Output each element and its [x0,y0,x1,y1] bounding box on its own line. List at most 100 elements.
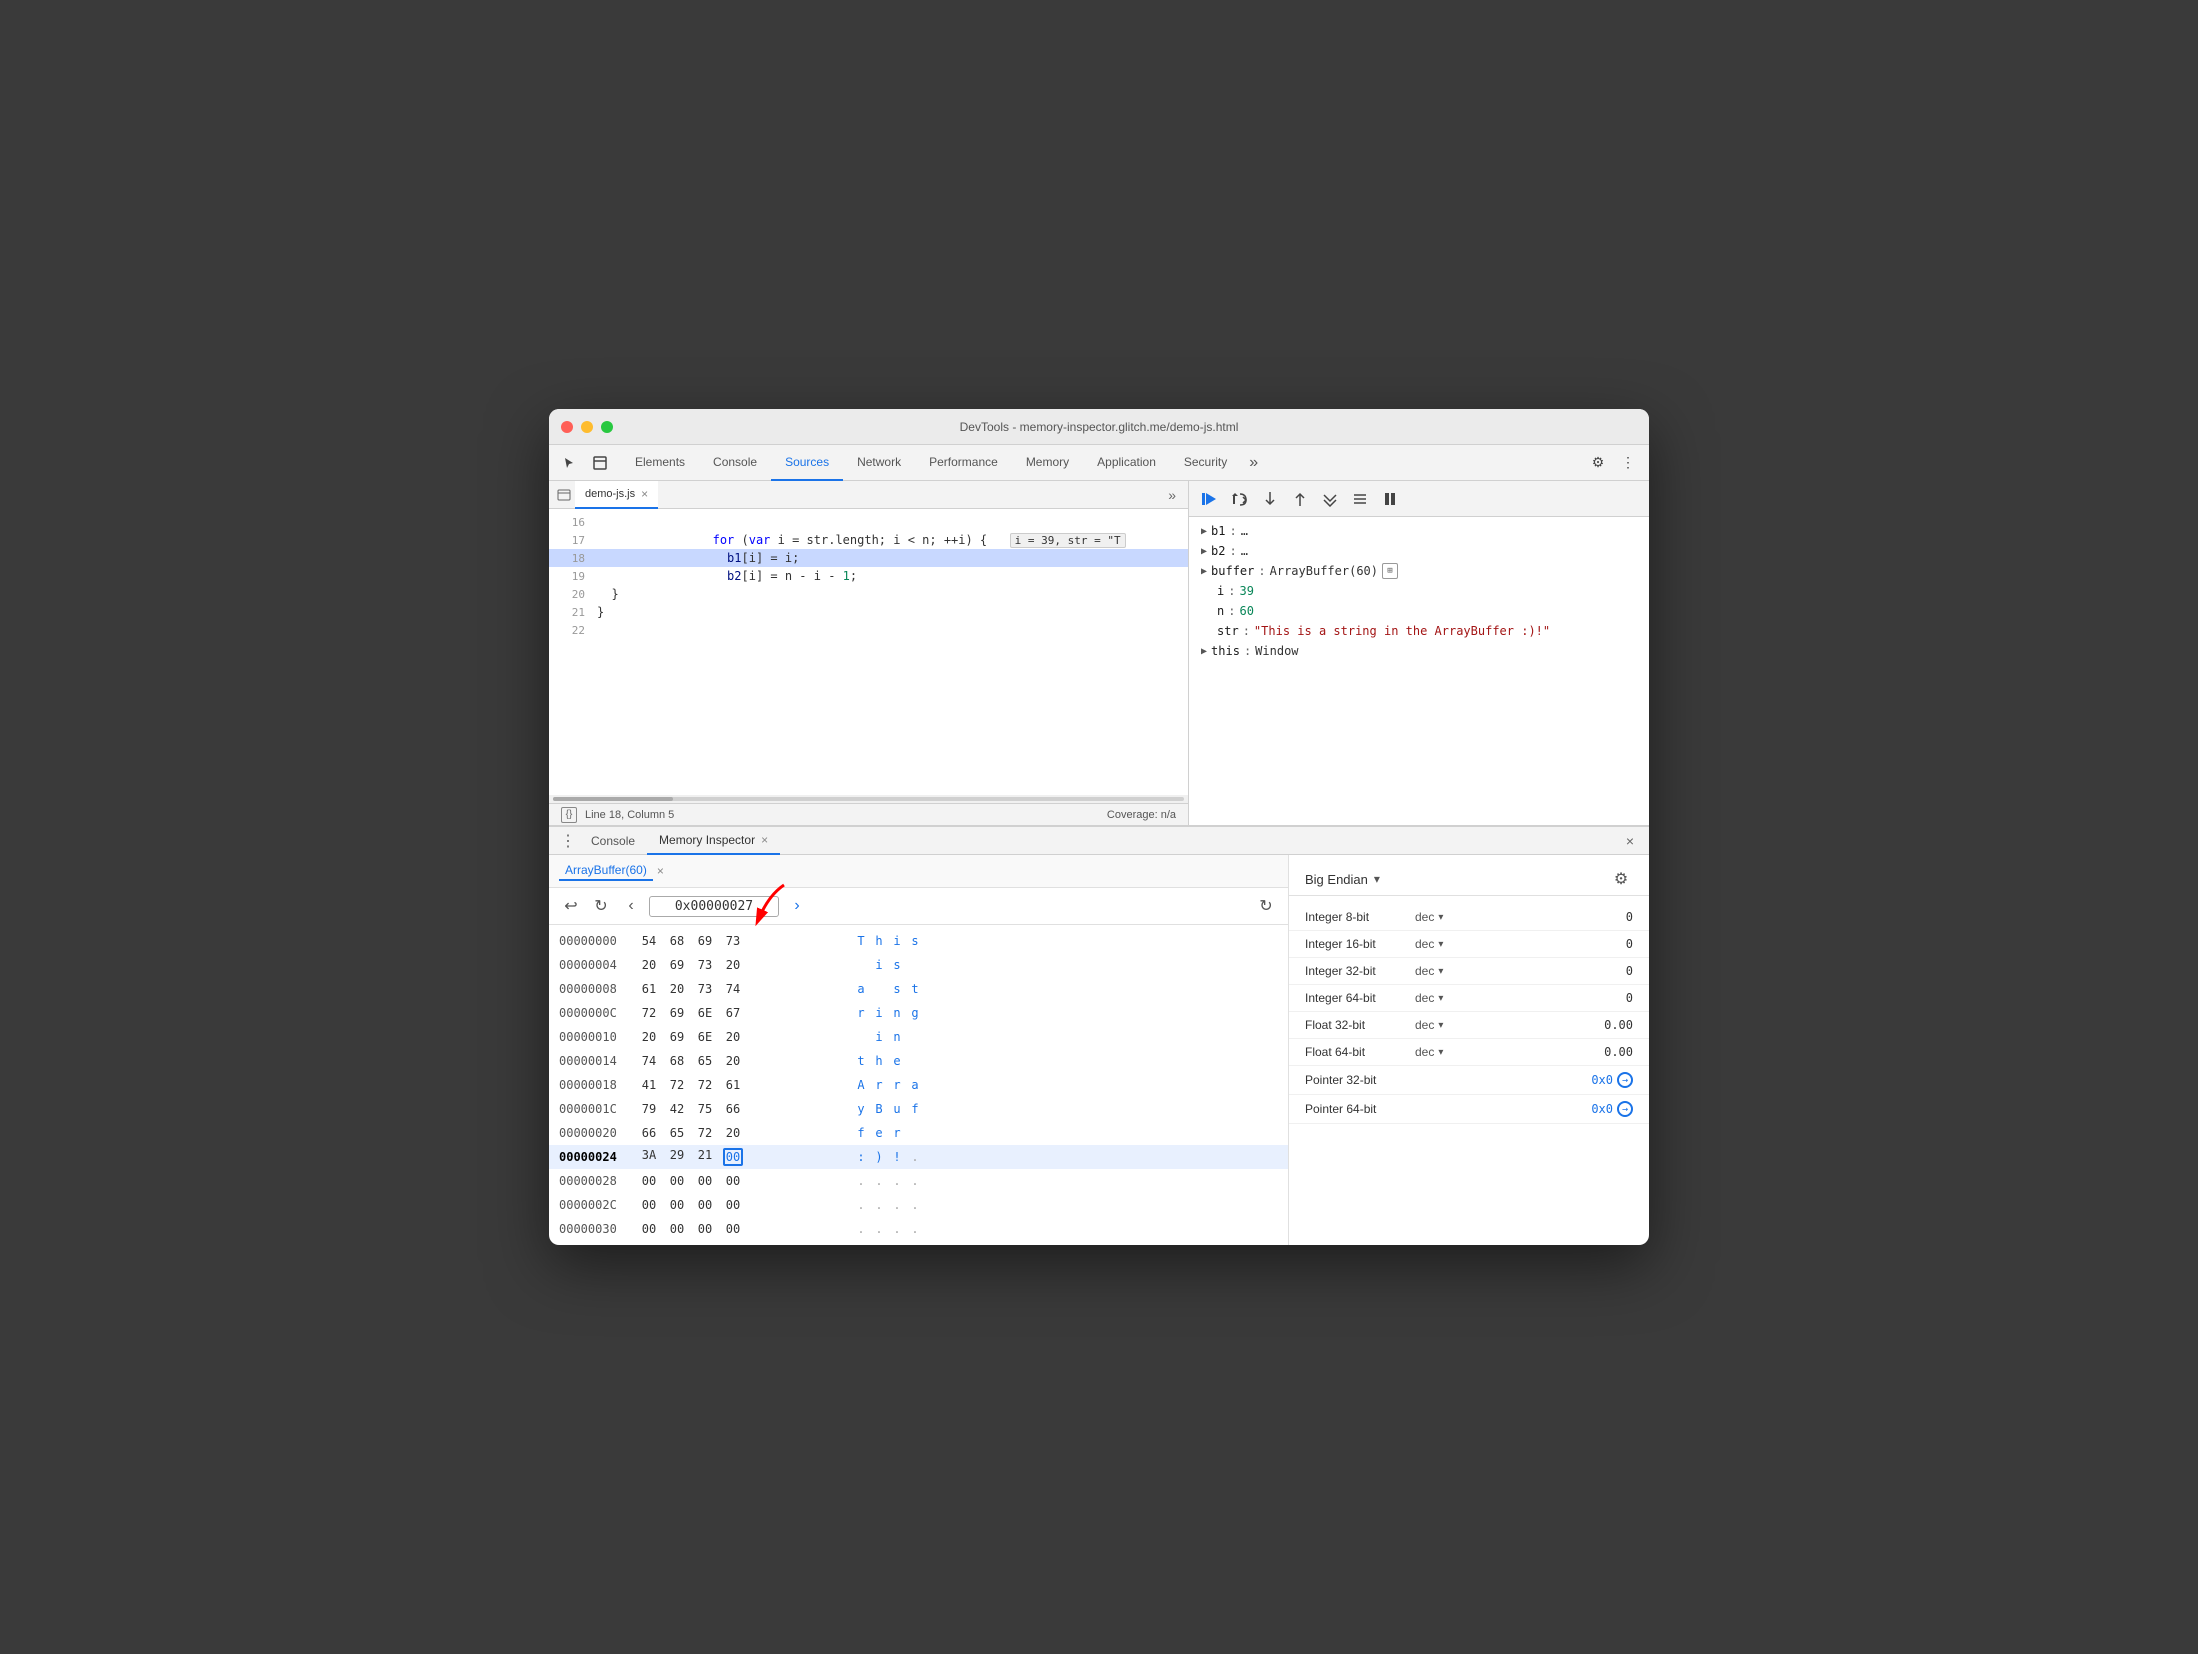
mem-row-00000014: 00000014 74 68 65 20 t h e [549,1049,1288,1073]
mem-addr-00000020: 00000020 [559,1126,639,1140]
memory-type-panel: Big Endian ▾ ⚙ Integer 8-bit dec ▾ 0 [1289,855,1649,1245]
step-over-button[interactable] [1227,486,1253,512]
tab-overflow[interactable]: » [1241,454,1266,472]
mem-bytes-0000002C: 00 00 00 00 [639,1198,839,1212]
memory-back-button[interactable]: ↩ [559,894,583,918]
expand-arrow-b2[interactable]: ▶ [1201,546,1207,557]
resume-button[interactable] [1197,486,1223,512]
array-buffer-tab[interactable]: ArrayBuffer(60) [559,861,653,881]
mem-row-00000024: 00000024 3A 29 21 00 : ) ! [549,1145,1288,1169]
type-value-int32: 0 [1626,964,1633,978]
dock-icon[interactable] [587,450,613,476]
type-format-float64[interactable]: dec ▾ [1415,1045,1485,1059]
left-panel: demo-js.js × » 16 17 for (var i = str.le [549,481,1189,825]
code-line-22: 22 [549,621,1188,639]
file-tab-demo-js[interactable]: demo-js.js × [575,481,658,509]
close-button[interactable] [561,421,573,433]
expand-arrow-buffer[interactable]: ▶ [1201,566,1207,577]
expand-arrow-this[interactable]: ▶ [1201,646,1207,657]
ptr-navigate-64[interactable]: → [1617,1101,1633,1117]
bottom-panel-close-button[interactable]: × [1619,830,1641,852]
type-format-float32[interactable]: dec ▾ [1415,1018,1485,1032]
line-content-21[interactable]: } [597,605,604,619]
mem-bytes-0000001C: 79 42 75 66 [639,1102,839,1116]
scroll-thumb[interactable] [553,797,673,801]
settings-icon[interactable]: ⚙ [1585,450,1611,476]
mem-chars-00000014: t h e [855,1054,921,1068]
line-content-19[interactable]: b2[i] = n - i - 1; [597,555,857,597]
type-format-int8[interactable]: dec ▾ [1415,910,1485,924]
var-sep-str: : [1243,624,1250,638]
memory-prev-button[interactable]: ‹ [619,894,643,918]
fullscreen-button[interactable] [601,421,613,433]
format-arrow-int32: ▾ [1438,966,1443,977]
memory-refresh-button[interactable]: ↻ [1254,894,1278,918]
step-button[interactable] [1317,486,1343,512]
array-buffer-tab-close[interactable]: × [657,864,664,878]
type-row-int64: Integer 64-bit dec ▾ 0 [1289,985,1649,1012]
more-options-icon[interactable]: ⋮ [1615,450,1641,476]
var-row-buffer[interactable]: ▶ buffer : ArrayBuffer(60) ⊞ [1189,561,1649,581]
format-label-int32: dec [1415,964,1434,978]
line-content-20[interactable]: } [597,587,619,601]
endian-select[interactable]: Big Endian ▾ [1305,872,1380,887]
pointer-row-64: Pointer 64-bit 0x0 → [1289,1095,1649,1124]
type-format-int16[interactable]: dec ▾ [1415,937,1485,951]
tab-elements[interactable]: Elements [621,445,699,481]
toolbar-icons [557,450,613,476]
mem-bytes-00000018: 41 72 72 61 [639,1078,839,1092]
var-row-this[interactable]: ▶ this : Window [1189,641,1649,661]
tab-memory[interactable]: Memory [1012,445,1083,481]
type-value-float64: 0.00 [1604,1045,1633,1059]
sources-tree-icon[interactable] [553,484,575,506]
type-format-int64[interactable]: dec ▾ [1415,991,1485,1005]
mem-chars-00000030: . . . . [855,1222,921,1236]
ptr-value-64[interactable]: 0x0 → [1591,1101,1633,1117]
memory-next-button[interactable]: › [785,894,809,918]
bottom-panel-menu[interactable]: ⋮ [557,830,579,852]
tab-console[interactable]: Console [699,445,771,481]
code-scrollbar[interactable] [549,795,1188,803]
tab-application[interactable]: Application [1083,445,1170,481]
memory-inspector-tab-close[interactable]: × [761,833,768,847]
format-icon[interactable]: {} [561,807,577,823]
mem-chars-00000020: f e r [855,1126,921,1140]
step-into-button[interactable] [1257,486,1283,512]
memory-hex-panel: ArrayBuffer(60) × ↩ ↻ ‹ [549,855,1289,1245]
var-row-n[interactable]: n : 60 [1189,601,1649,621]
ptr-value-32[interactable]: 0x0 → [1591,1072,1633,1088]
endian-dropdown-icon: ▾ [1374,872,1380,886]
format-label-float32: dec [1415,1018,1434,1032]
var-val-b1: … [1241,524,1248,538]
var-val-this: Window [1255,644,1298,658]
var-row-i[interactable]: i : 39 [1189,581,1649,601]
type-format-int32[interactable]: dec ▾ [1415,964,1485,978]
tab-console-bottom[interactable]: Console [579,827,647,855]
var-row-str[interactable]: str : "This is a string in the ArrayBuff… [1189,621,1649,641]
devtools-window: DevTools - memory-inspector.glitch.me/de… [549,409,1649,1245]
pause-button[interactable] [1377,486,1403,512]
minimize-button[interactable] [581,421,593,433]
file-tab-overflow[interactable]: » [1160,487,1184,503]
step-out-button[interactable] [1287,486,1313,512]
memory-inspect-icon[interactable]: ⊞ [1382,563,1398,579]
tab-network[interactable]: Network [843,445,915,481]
var-row-b2[interactable]: ▶ b2 : … [1189,541,1649,561]
cursor-icon[interactable] [557,450,583,476]
console-tab-label: Console [591,834,635,848]
mem-bytes-0000000C: 72 69 6E 67 [639,1006,839,1020]
var-row-b1[interactable]: ▶ b1 : … [1189,521,1649,541]
type-settings-button[interactable]: ⚙ [1609,867,1633,891]
tab-security[interactable]: Security [1170,445,1241,481]
ptr-navigate-32[interactable]: → [1617,1072,1633,1088]
memory-address-input[interactable] [649,896,779,917]
memory-forward-button[interactable]: ↻ [589,894,613,918]
tab-sources[interactable]: Sources [771,445,843,481]
type-name-int32: Integer 32-bit [1305,964,1415,978]
file-tab-close-button[interactable]: × [641,487,648,501]
mem-addr-00000018: 00000018 [559,1078,639,1092]
tab-performance[interactable]: Performance [915,445,1012,481]
breakpoints-icon[interactable] [1347,486,1373,512]
tab-memory-inspector[interactable]: Memory Inspector × [647,827,780,855]
expand-arrow-b1[interactable]: ▶ [1201,526,1207,537]
